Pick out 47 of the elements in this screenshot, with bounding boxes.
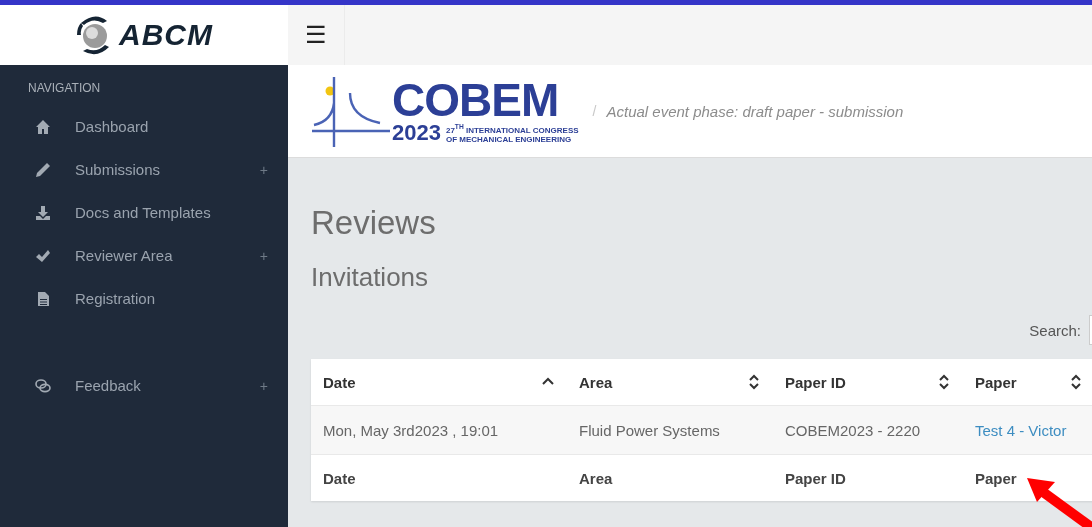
expand-toggle[interactable]: + (259, 247, 268, 264)
sidebar-item[interactable]: Dashboard (13, 105, 288, 148)
column-footer: Area (567, 454, 773, 501)
sidebar-item[interactable]: Submissions + (13, 148, 288, 191)
event-logo-icon (310, 75, 390, 147)
nav-label: Registration (75, 290, 157, 307)
event-phase-text: Actual event phase: draft paper - submission (606, 102, 904, 120)
nav-icon (35, 204, 51, 221)
sidebar-heading: NAVIGATION (27, 81, 102, 97)
search-label: Search: (1029, 321, 1081, 339)
nav-icon (35, 377, 51, 394)
column-header[interactable]: Paper (963, 359, 1092, 406)
sort-icon[interactable] (747, 374, 761, 390)
sort-icon[interactable] (937, 374, 951, 390)
expand-toggle[interactable]: + (259, 161, 268, 178)
sidebar-item[interactable]: Reviewer Area + (13, 234, 288, 277)
nav-icon (35, 118, 51, 135)
column-footer: Date (311, 454, 567, 501)
nav-icon (35, 161, 51, 178)
breadcrumb-separator: / (592, 103, 597, 119)
event-logo-caption: OF MECHANICAL ENGINEERING (445, 134, 573, 144)
column-footer: Paper ID (773, 454, 963, 501)
table-cell: Mon, May 3rd2023 , 19:01 (311, 405, 567, 455)
table-cell: Fluid Power Systems (567, 405, 773, 455)
column-footer: Paper (963, 454, 1092, 501)
section-title: Invitations (311, 262, 430, 293)
nav-label: Feedback (75, 377, 142, 394)
sort-icon[interactable] (1069, 374, 1083, 390)
nav-label: Submissions (75, 161, 162, 178)
sidebar-item[interactable]: Feedback + (13, 364, 288, 407)
event-logo-year: 2023 (392, 122, 441, 144)
page-title: Reviews (311, 204, 437, 242)
column-header[interactable]: Area (567, 359, 773, 406)
pointer-arrow (1027, 478, 1092, 527)
nav-icon (35, 290, 51, 307)
brand-logo-text: ABCM (119, 18, 213, 52)
expand-toggle[interactable]: + (259, 377, 268, 394)
column-header[interactable]: Paper ID (773, 359, 963, 406)
column-header[interactable]: Date (311, 359, 567, 406)
sidebar-item[interactable]: Registration (13, 277, 288, 320)
event-logo-text: COBEM (392, 78, 560, 122)
sidebar-item[interactable]: Docs and Templates (13, 191, 288, 234)
nav-label: Dashboard (75, 118, 150, 135)
event-logo-caption: 27$^{TH}$ INTERNATIONAL CONGRESS (445, 122, 579, 135)
nav-label: Reviewer Area (75, 247, 174, 264)
nav-label: Docs and Templates (75, 204, 212, 221)
table-cell: COBEM2023 - 2220 (773, 405, 963, 455)
